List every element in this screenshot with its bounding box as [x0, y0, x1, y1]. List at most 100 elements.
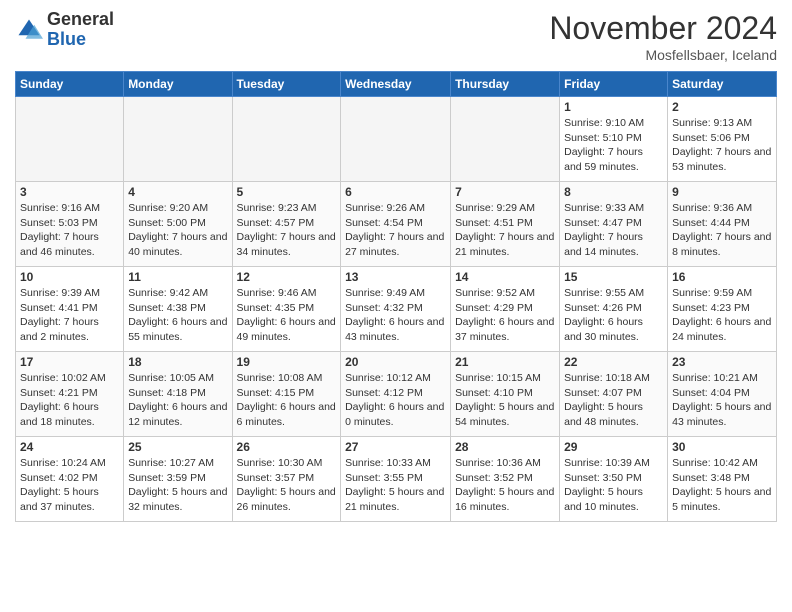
day-info: Sunrise: 10:05 AM Sunset: 4:18 PM Daylig… [128, 371, 227, 430]
day-info: Sunrise: 9:59 AM Sunset: 4:23 PM Dayligh… [672, 286, 772, 345]
calendar-cell: 8 Sunrise: 9:33 AM Sunset: 4:47 PM Daylig… [560, 182, 668, 267]
weekday-header-tuesday: Tuesday [232, 72, 341, 97]
month-title: November 2024 [549, 10, 777, 47]
day-number: 21 [455, 355, 555, 369]
day-info: Sunrise: 10:27 AM Sunset: 3:59 PM Daylig… [128, 456, 227, 515]
day-info: Sunrise: 10:21 AM Sunset: 4:04 PM Daylig… [672, 371, 772, 430]
calendar-cell [451, 97, 560, 182]
calendar-cell [341, 97, 451, 182]
page-header: General Blue November 2024 Mosfellsbaer,… [15, 10, 777, 63]
calendar-cell: 3 Sunrise: 9:16 AM Sunset: 5:03 PM Daylig… [16, 182, 124, 267]
calendar-cell: 4 Sunrise: 9:20 AM Sunset: 5:00 PM Daylig… [124, 182, 232, 267]
day-number: 10 [20, 270, 119, 284]
day-number: 11 [128, 270, 227, 284]
week-row-3: 10Sunrise: 9:39 AM Sunset: 4:41 PM Dayli… [16, 267, 777, 352]
day-info: Sunrise: 9:26 AM Sunset: 4:54 PM Dayligh… [345, 201, 446, 260]
day-info: Sunrise: 9:29 AM Sunset: 4:51 PM Dayligh… [455, 201, 555, 260]
calendar-cell: 26 Sunrise: 10:30 AM Sunset: 3:57 PM Dayl… [232, 437, 341, 522]
calendar-cell: 5 Sunrise: 9:23 AM Sunset: 4:57 PM Daylig… [232, 182, 341, 267]
calendar-cell: 17 Sunrise: 10:02 AM Sunset: 4:21 PM Dayl… [16, 352, 124, 437]
day-info: Sunrise: 9:49 AM Sunset: 4:32 PM Dayligh… [345, 286, 446, 345]
calendar-cell: 19 Sunrise: 10:08 AM Sunset: 4:15 PM Dayl… [232, 352, 341, 437]
day-info: Sunrise: 9:36 AM Sunset: 4:44 PM Dayligh… [672, 201, 772, 260]
day-number: 5 [237, 185, 337, 199]
week-row-5: 24 Sunrise: 10:24 AM Sunset: 4:02 PM Dayl… [16, 437, 777, 522]
day-info: Sunrise: 10:42 AM Sunset: 3:48 PM Daylig… [672, 456, 772, 515]
day-number: 8 [564, 185, 663, 199]
day-number: 7 [455, 185, 555, 199]
day-info: Sunrise: 9:23 AM Sunset: 4:57 PM Dayligh… [237, 201, 337, 260]
calendar-cell: 13 Sunrise: 9:49 AM Sunset: 4:32 PM Dayli… [341, 267, 451, 352]
location-text: Mosfellsbaer, Iceland [549, 47, 777, 63]
day-number: 9 [672, 185, 772, 199]
day-number: 13 [345, 270, 446, 284]
day-number: 29 [564, 440, 663, 454]
day-number: 23 [672, 355, 772, 369]
day-number: 3 [20, 185, 119, 199]
day-number: 12 [237, 270, 337, 284]
calendar-cell: 21 Sunrise: 10:15 AM Sunset: 4:10 PM Dayl… [451, 352, 560, 437]
day-number: 1 [564, 100, 663, 114]
calendar-cell: 7 Sunrise: 9:29 AM Sunset: 4:51 PM Daylig… [451, 182, 560, 267]
day-info: Sunrise: 10:24 AM Sunset: 4:02 PM Daylig… [20, 456, 119, 515]
day-number: 19 [237, 355, 337, 369]
calendar-cell: 29Sunrise: 10:39 AM Sunset: 3:50 PM Dayl… [560, 437, 668, 522]
calendar-cell: 23 Sunrise: 10:21 AM Sunset: 4:04 PM Dayl… [668, 352, 777, 437]
weekday-header-wednesday: Wednesday [341, 72, 451, 97]
calendar-cell [124, 97, 232, 182]
calendar-cell: 27 Sunrise: 10:33 AM Sunset: 3:55 PM Dayl… [341, 437, 451, 522]
day-number: 15 [564, 270, 663, 284]
calendar-cell: 24 Sunrise: 10:24 AM Sunset: 4:02 PM Dayl… [16, 437, 124, 522]
day-info: Sunrise: 10:18 AM Sunset: 4:07 PM Daylig… [564, 371, 663, 430]
calendar-cell: 20Sunrise: 10:12 AM Sunset: 4:12 PM Dayl… [341, 352, 451, 437]
day-number: 27 [345, 440, 446, 454]
calendar-cell [16, 97, 124, 182]
calendar-cell: 25 Sunrise: 10:27 AM Sunset: 3:59 PM Dayl… [124, 437, 232, 522]
weekday-header-monday: Monday [124, 72, 232, 97]
day-number: 4 [128, 185, 227, 199]
weekday-header-row: SundayMondayTuesdayWednesdayThursdayFrid… [16, 72, 777, 97]
day-number: 25 [128, 440, 227, 454]
calendar-cell: 18 Sunrise: 10:05 AM Sunset: 4:18 PM Dayl… [124, 352, 232, 437]
day-info: Sunrise: 10:15 AM Sunset: 4:10 PM Daylig… [455, 371, 555, 430]
calendar-cell: 11 Sunrise: 9:42 AM Sunset: 4:38 PM Dayli… [124, 267, 232, 352]
week-row-1: 1Sunrise: 9:10 AM Sunset: 5:10 PM Daylig… [16, 97, 777, 182]
day-number: 30 [672, 440, 772, 454]
day-number: 26 [237, 440, 337, 454]
day-info: Sunrise: 9:55 AM Sunset: 4:26 PM Dayligh… [564, 286, 663, 345]
weekday-header-sunday: Sunday [16, 72, 124, 97]
logo-icon [15, 16, 43, 44]
day-number: 6 [345, 185, 446, 199]
calendar-cell: 1Sunrise: 9:10 AM Sunset: 5:10 PM Daylig… [560, 97, 668, 182]
day-info: Sunrise: 9:16 AM Sunset: 5:03 PM Dayligh… [20, 201, 119, 260]
weekday-header-saturday: Saturday [668, 72, 777, 97]
day-number: 18 [128, 355, 227, 369]
day-info: Sunrise: 9:33 AM Sunset: 4:47 PM Dayligh… [564, 201, 663, 260]
calendar-cell: 14 Sunrise: 9:52 AM Sunset: 4:29 PM Dayli… [451, 267, 560, 352]
weekday-header-thursday: Thursday [451, 72, 560, 97]
day-info: Sunrise: 9:20 AM Sunset: 5:00 PM Dayligh… [128, 201, 227, 260]
calendar-table: SundayMondayTuesdayWednesdayThursdayFrid… [15, 71, 777, 522]
day-number: 17 [20, 355, 119, 369]
logo: General Blue [15, 10, 114, 50]
calendar-cell: 10Sunrise: 9:39 AM Sunset: 4:41 PM Dayli… [16, 267, 124, 352]
day-number: 20 [345, 355, 446, 369]
day-number: 24 [20, 440, 119, 454]
day-number: 14 [455, 270, 555, 284]
day-info: Sunrise: 10:02 AM Sunset: 4:21 PM Daylig… [20, 371, 119, 430]
calendar-cell: 9 Sunrise: 9:36 AM Sunset: 4:44 PM Daylig… [668, 182, 777, 267]
calendar-cell: 6 Sunrise: 9:26 AM Sunset: 4:54 PM Daylig… [341, 182, 451, 267]
day-info: Sunrise: 10:08 AM Sunset: 4:15 PM Daylig… [237, 371, 337, 430]
day-number: 2 [672, 100, 772, 114]
day-info: Sunrise: 9:52 AM Sunset: 4:29 PM Dayligh… [455, 286, 555, 345]
calendar-cell: 2Sunrise: 9:13 AM Sunset: 5:06 PM Daylig… [668, 97, 777, 182]
day-info: Sunrise: 10:30 AM Sunset: 3:57 PM Daylig… [237, 456, 337, 515]
day-info: Sunrise: 10:33 AM Sunset: 3:55 PM Daylig… [345, 456, 446, 515]
day-info: Sunrise: 9:42 AM Sunset: 4:38 PM Dayligh… [128, 286, 227, 345]
calendar-cell: 30 Sunrise: 10:42 AM Sunset: 3:48 PM Dayl… [668, 437, 777, 522]
calendar-cell: 15 Sunrise: 9:55 AM Sunset: 4:26 PM Dayli… [560, 267, 668, 352]
week-row-4: 17 Sunrise: 10:02 AM Sunset: 4:21 PM Dayl… [16, 352, 777, 437]
calendar-cell: 16Sunrise: 9:59 AM Sunset: 4:23 PM Dayli… [668, 267, 777, 352]
weekday-header-friday: Friday [560, 72, 668, 97]
day-info: Sunrise: 10:36 AM Sunset: 3:52 PM Daylig… [455, 456, 555, 515]
